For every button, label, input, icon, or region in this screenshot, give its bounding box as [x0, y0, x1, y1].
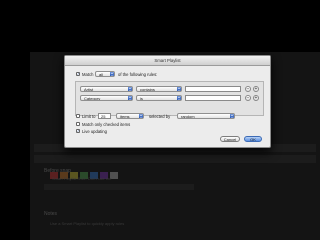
rule-field-value: Artist [84, 87, 94, 92]
background-notes-text: Use a Smart Playlist to quickly apply ru… [50, 221, 125, 226]
limit-count-field[interactable]: 25 [98, 113, 111, 119]
limit-checkbox[interactable] [76, 114, 80, 118]
rule-field-value: Category [84, 96, 101, 101]
popup-arrows-icon: ▴ ▾ [128, 95, 132, 101]
rule-operator-popup[interactable]: contains ▴ ▾ [136, 86, 182, 92]
background-field [44, 184, 194, 190]
live-updating-checkbox[interactable]: ✓ [76, 129, 80, 133]
smart-playlist-dialog: Smart Playlist ✓ Match all ▴ ▾ of the fol… [64, 55, 271, 148]
limit-label: Limit to [82, 113, 96, 119]
selected-by-value: random [181, 114, 195, 119]
rule-value-field[interactable] [185, 95, 241, 101]
limit-unit-value: items [120, 114, 130, 119]
rule-field-popup[interactable]: Artist ▴ ▾ [80, 86, 133, 92]
selected-by-popup[interactable]: random ▴ ▾ [177, 113, 235, 119]
popup-arrows-icon: ▴ ▾ [230, 113, 234, 119]
popup-arrows-icon: ▴ ▾ [128, 86, 132, 92]
cancel-button[interactable]: Cancel [220, 136, 240, 142]
remove-rule-button[interactable]: − [245, 86, 251, 92]
background-section-title: Before snap [44, 168, 71, 174]
add-rule-button[interactable]: + [253, 95, 259, 101]
checked-only-checkbox[interactable] [76, 122, 80, 126]
match-checkbox[interactable]: ✓ [76, 72, 80, 76]
match-mode-popup[interactable]: all ▴ ▾ [95, 71, 115, 77]
background-hint: Smart Playlist Rule: Don't use the [52, 176, 112, 181]
remove-rule-button[interactable]: − [245, 95, 251, 101]
selected-by-label: selected by [149, 113, 171, 119]
rule-operator-value: contains [140, 87, 155, 92]
rule-field-popup[interactable]: Category ▴ ▾ [80, 95, 133, 101]
add-rule-button[interactable]: + [253, 86, 259, 92]
checked-only-label: Match only checked items [82, 121, 131, 127]
popup-arrows-icon: ▴ ▾ [110, 71, 114, 77]
rule-value-field[interactable] [185, 86, 241, 92]
rule-operator-popup[interactable]: is ▴ ▾ [136, 95, 182, 101]
background-row [34, 155, 316, 163]
limit-unit-popup[interactable]: items ▴ ▾ [116, 113, 144, 119]
dialog-title: Smart Playlist [65, 56, 270, 66]
popup-arrows-icon: ▴ ▾ [139, 113, 143, 119]
popup-arrows-icon: ▴ ▾ [177, 95, 181, 101]
match-label: Match [82, 71, 94, 77]
background-notes-title: Notes [44, 211, 58, 217]
match-mode-value: all [99, 72, 104, 77]
rules-box: Artist ▴ ▾ contains ▴ ▾ − + Category ▴ ▾ is… [75, 81, 264, 116]
popup-arrows-icon: ▴ ▾ [177, 86, 181, 92]
match-suffix-label: of the following rules: [118, 71, 158, 77]
rule-operator-value: is [140, 96, 143, 101]
ok-button[interactable]: OK [244, 136, 262, 142]
live-updating-label: Live updating [82, 128, 107, 134]
